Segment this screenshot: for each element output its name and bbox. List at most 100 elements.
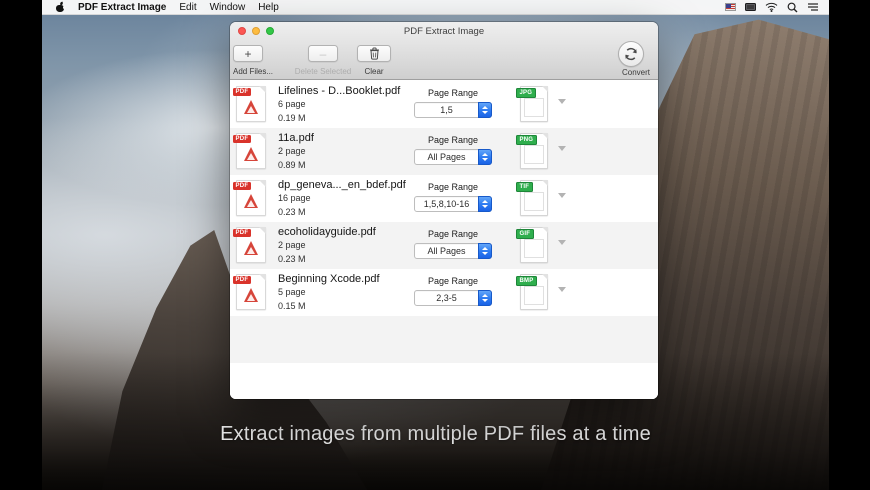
file-name: ecoholidayguide.pdf <box>278 226 376 238</box>
minimize-button[interactable] <box>252 27 260 35</box>
format-badge: PNG <box>516 135 537 145</box>
menu-window[interactable]: Window <box>210 0 246 15</box>
trash-icon <box>369 47 379 60</box>
file-name: Lifelines - D...Booklet.pdf <box>278 85 401 97</box>
table-row[interactable]: PDF dp_geneva..._en_bdef.pdf 16 page 0.2… <box>230 175 658 222</box>
format-badge: JPG <box>516 88 536 98</box>
stepper-button[interactable] <box>478 149 492 165</box>
page-range-combobox[interactable]: 2,3-5 <box>414 290 492 306</box>
image-thumbnail <box>524 239 544 258</box>
file-size: 0.23 M <box>278 253 306 264</box>
pdf-badge: PDF <box>233 135 251 143</box>
page-range-value: All Pages <box>427 152 466 162</box>
toolbar: + Add Files... – Delete Selected Clear C… <box>230 40 658 80</box>
window-title: PDF Extract Image <box>403 26 485 37</box>
add-files-button[interactable]: + <box>233 45 263 62</box>
window-header: PDF Extract Image + Add Files... – Delet… <box>230 22 658 80</box>
file-name: dp_geneva..._en_bdef.pdf <box>278 179 406 191</box>
stepper-button[interactable] <box>478 290 492 306</box>
image-thumbnail <box>524 98 544 117</box>
format-dropdown-arrow[interactable] <box>558 287 566 292</box>
file-name: 11a.pdf <box>278 132 314 144</box>
file-pages: 16 page <box>278 193 311 203</box>
page-range-combobox[interactable]: All Pages <box>414 243 492 259</box>
page-range-label: Page Range <box>427 182 479 192</box>
pdf-file-icon: PDF <box>233 133 266 169</box>
wifi-icon[interactable] <box>765 2 778 12</box>
plus-icon: + <box>244 46 252 61</box>
page-range-label: Page Range <box>427 88 479 98</box>
pdf-badge: PDF <box>233 182 251 190</box>
page-range-combobox[interactable]: 1,5,8,10-16 <box>414 196 492 212</box>
format-badge: BMP <box>516 276 537 286</box>
page-range-label: Page Range <box>427 135 479 145</box>
menu-edit[interactable]: Edit <box>179 0 196 15</box>
output-format-icon[interactable]: GIF <box>516 227 548 263</box>
stepper-button[interactable] <box>478 243 492 259</box>
pdf-badge: PDF <box>233 229 251 237</box>
output-format-icon[interactable]: JPG <box>516 86 548 122</box>
pdf-file-icon: PDF <box>233 86 266 122</box>
file-size: 0.15 M <box>278 300 306 311</box>
menu-bar: PDF Extract Image Edit Window Help <box>42 0 829 15</box>
page-range-combobox[interactable]: 1,5 <box>414 102 492 118</box>
pdf-logo-icon <box>244 147 258 161</box>
pdf-logo-icon <box>244 288 258 302</box>
title-bar[interactable]: PDF Extract Image <box>230 22 658 40</box>
format-dropdown-arrow[interactable] <box>558 193 566 198</box>
table-row[interactable]: PDF ecoholidayguide.pdf 2 page 0.23 M Pa… <box>230 222 658 269</box>
stepper-button[interactable] <box>478 102 492 118</box>
file-pages: 6 page <box>278 99 306 109</box>
format-badge: GIF <box>516 229 534 239</box>
format-dropdown-arrow[interactable] <box>558 99 566 104</box>
clear-label: Clear <box>364 67 384 76</box>
table-row[interactable]: PDF 11a.pdf 2 page 0.89 M Page Range All… <box>230 128 658 175</box>
format-badge: TIF <box>516 182 533 192</box>
us-flag-icon[interactable] <box>725 3 736 11</box>
file-pages: 2 page <box>278 240 306 250</box>
output-format-icon[interactable]: BMP <box>516 274 548 310</box>
clear-button[interactable] <box>357 45 391 62</box>
image-thumbnail <box>524 192 544 211</box>
page-range-combobox[interactable]: All Pages <box>414 149 492 165</box>
app-window: PDF Extract Image + Add Files... – Delet… <box>230 22 658 399</box>
convert-label: Convert <box>621 68 650 77</box>
table-row[interactable]: PDF Beginning Xcode.pdf 5 page 0.15 M Pa… <box>230 269 658 316</box>
output-format-icon[interactable]: PNG <box>516 133 548 169</box>
stepper-button[interactable] <box>478 196 492 212</box>
page-range-value: All Pages <box>427 246 466 256</box>
pdf-badge: PDF <box>233 276 251 284</box>
pdf-badge: PDF <box>233 88 251 96</box>
file-list: PDF Lifelines - D...Booklet.pdf 6 page 0… <box>230 81 658 399</box>
file-size: 0.89 M <box>278 159 306 170</box>
zoom-button[interactable] <box>266 27 274 35</box>
close-button[interactable] <box>238 27 246 35</box>
delete-selected-button[interactable]: – <box>308 45 338 62</box>
search-icon[interactable] <box>787 2 798 13</box>
empty-row-stripe <box>230 316 658 363</box>
pdf-logo-icon <box>244 241 258 255</box>
pdf-file-icon: PDF <box>233 180 266 216</box>
notification-center-icon[interactable] <box>807 2 819 12</box>
file-pages: 5 page <box>278 287 306 297</box>
page-range-label: Page Range <box>427 229 479 239</box>
menu-help[interactable]: Help <box>258 0 279 15</box>
page-range-value: 2,3-5 <box>436 293 457 303</box>
output-format-icon[interactable]: TIF <box>516 180 548 216</box>
page-range-label: Page Range <box>427 276 479 286</box>
convert-button[interactable] <box>618 41 644 67</box>
pdf-logo-icon <box>244 194 258 208</box>
table-row[interactable]: PDF Lifelines - D...Booklet.pdf 6 page 0… <box>230 81 658 128</box>
empty-row-stripe <box>230 363 658 399</box>
file-name: Beginning Xcode.pdf <box>278 273 380 285</box>
page-range-value: 1,5 <box>440 105 453 115</box>
format-dropdown-arrow[interactable] <box>558 240 566 245</box>
format-dropdown-arrow[interactable] <box>558 146 566 151</box>
image-thumbnail <box>524 145 544 164</box>
menu-app-name[interactable]: PDF Extract Image <box>78 0 166 15</box>
delete-selected-label: Delete Selected <box>294 67 352 76</box>
apple-menu-icon[interactable] <box>56 1 66 12</box>
file-pages: 2 page <box>278 146 306 156</box>
display-icon[interactable] <box>745 3 756 11</box>
file-size: 0.19 M <box>278 112 306 123</box>
